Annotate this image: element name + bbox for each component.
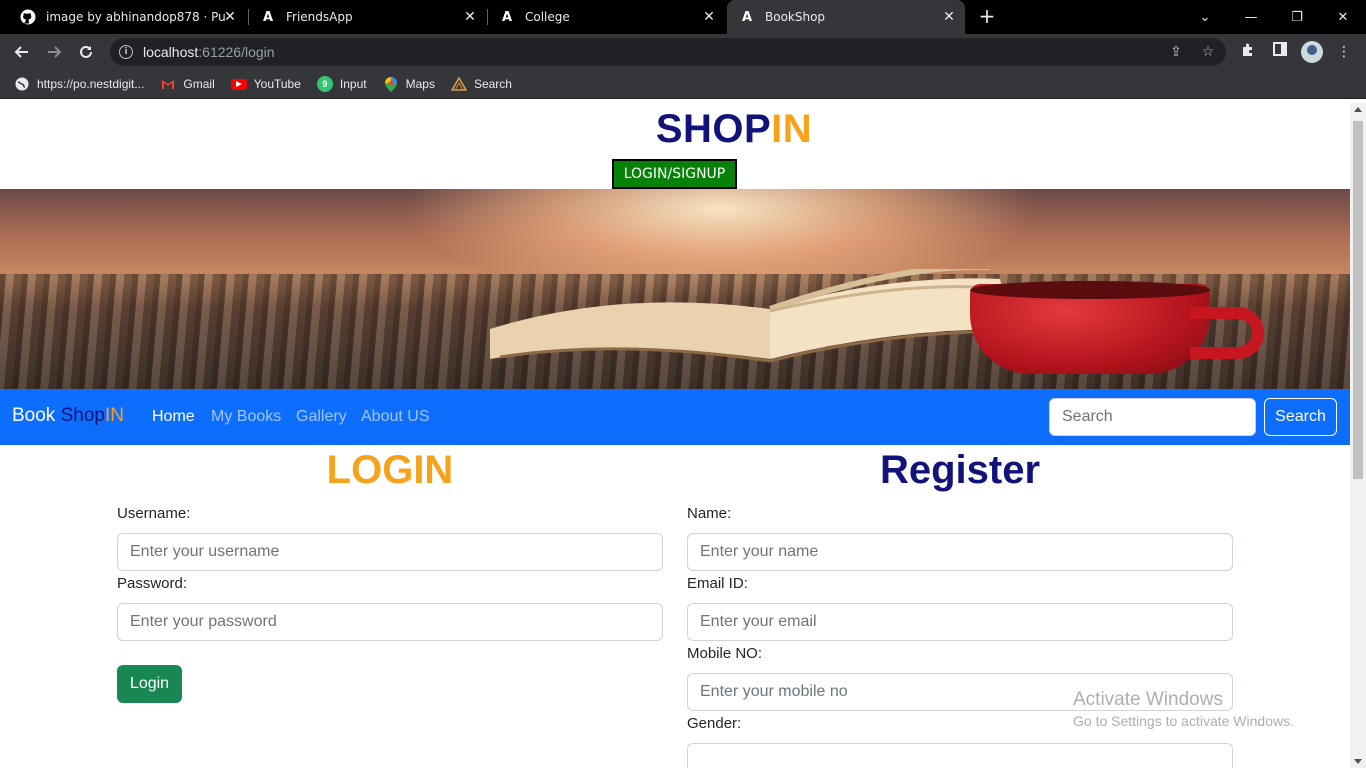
watermark-line1: Activate Windows xyxy=(1073,689,1223,710)
nav-link-home[interactable]: Home xyxy=(152,408,195,426)
gmail-icon xyxy=(160,76,176,92)
close-window-button[interactable]: ✕ xyxy=(1320,0,1366,34)
name-input[interactable] xyxy=(687,533,1233,571)
bookmark-search[interactable]: Search xyxy=(450,76,512,92)
reload-button[interactable] xyxy=(72,38,100,66)
bookmark-label: YouTube xyxy=(253,77,301,91)
name-label: Name: xyxy=(687,505,732,522)
angular-icon: A xyxy=(741,9,753,25)
globe-icon xyxy=(14,76,30,92)
cup-handle xyxy=(1190,307,1264,359)
back-button[interactable] xyxy=(8,38,36,66)
tab-strip: image by abhinandop878 · Pull R ✕ A Frie… xyxy=(0,0,1366,34)
restore-button[interactable]: ❐ xyxy=(1274,0,1320,34)
email-input[interactable] xyxy=(687,603,1233,641)
activate-windows-watermark: Activate Windows Go to Settings to activ… xyxy=(1073,689,1294,729)
password-input[interactable] xyxy=(117,603,663,641)
address-bar[interactable]: i localhost:61226/login ⇪ ☆ xyxy=(110,38,1226,66)
profile-avatar[interactable] xyxy=(1301,41,1323,63)
page-viewport: SHOPIN LOGIN/SIGNUP Book ShopIN Home My … xyxy=(0,103,1350,768)
main-navbar: Book ShopIN Home My Books Gallery About … xyxy=(0,389,1350,445)
new-tab-button[interactable]: + xyxy=(976,5,998,27)
angular-icon: A xyxy=(262,9,274,25)
tab-friendsapp[interactable]: A FriendsApp ✕ xyxy=(248,0,486,34)
scroll-down-arrow-icon[interactable] xyxy=(1354,759,1362,764)
youtube-icon xyxy=(230,78,247,90)
menu-kebab-icon[interactable]: ⋮ xyxy=(1334,42,1354,62)
scrollbar-thumb[interactable] xyxy=(1353,121,1363,479)
minimize-button[interactable]: — xyxy=(1228,0,1274,34)
bookmark-youtube[interactable]: YouTube xyxy=(230,77,301,91)
brand-part-in: IN xyxy=(771,107,813,151)
gender-label: Gender: xyxy=(687,715,742,732)
close-tab-icon[interactable]: ✕ xyxy=(222,9,238,25)
url-text: localhost:61226/login xyxy=(143,44,275,60)
navbar-brand[interactable]: Book ShopIN xyxy=(12,405,124,427)
bookmark-label: Maps xyxy=(405,77,435,91)
angular-icon: A xyxy=(501,9,513,25)
gender-input[interactable] xyxy=(687,743,1233,768)
browser-toolbar: i localhost:61226/login ⇪ ☆ ⋮ xyxy=(0,34,1366,70)
brand-part-shop: SHOP xyxy=(655,107,772,151)
bookmark-maps[interactable]: Maps xyxy=(383,76,435,92)
tab-title: FriendsApp xyxy=(286,10,353,24)
login-button[interactable]: Login xyxy=(117,665,182,703)
site-brand-title: SHOPIN xyxy=(0,107,1350,152)
mobile-label: Mobile NO: xyxy=(687,645,763,662)
close-tab-icon[interactable]: ✕ xyxy=(941,9,957,25)
share-icon[interactable]: ⇪ xyxy=(1168,44,1184,60)
hero-banner-image xyxy=(0,189,1350,389)
bookmark-input[interactable]: 9 Input xyxy=(316,76,367,92)
username-input[interactable] xyxy=(117,533,663,571)
search-icon xyxy=(450,76,467,92)
register-title: Register xyxy=(879,448,1041,492)
password-label: Password: xyxy=(117,575,188,592)
scroll-up-arrow-icon[interactable] xyxy=(1354,107,1362,112)
nav-link-about-us[interactable]: About US xyxy=(361,408,429,426)
bookmark-label: Input xyxy=(339,77,367,91)
nav-link-gallery[interactable]: Gallery xyxy=(296,408,347,426)
tab-college[interactable]: A College ✕ xyxy=(487,0,725,34)
close-tab-icon[interactable]: ✕ xyxy=(701,9,717,25)
login-title: LOGIN xyxy=(326,448,454,492)
bookmark-nestdigital[interactable]: https://po.nestdigit... xyxy=(14,76,144,92)
bookmark-label: https://po.nestdigit... xyxy=(37,77,145,91)
extensions-icon[interactable] xyxy=(1238,42,1258,62)
bookmark-star-icon[interactable]: ☆ xyxy=(1200,44,1216,60)
open-book-illustration xyxy=(490,269,1016,363)
tab-search-chevron-icon[interactable]: ⌄ xyxy=(1182,0,1228,34)
nav-link-my-books[interactable]: My Books xyxy=(211,408,281,426)
forward-button[interactable] xyxy=(40,38,68,66)
watermark-line2: Go to Settings to activate Windows. xyxy=(1073,713,1294,729)
page-scrollbar[interactable] xyxy=(1350,103,1366,768)
tab-title: BookShop xyxy=(765,10,826,24)
maps-icon xyxy=(383,76,399,92)
github-icon xyxy=(20,9,36,25)
navbar-search-button[interactable]: Search xyxy=(1264,398,1337,436)
side-panel-icon[interactable] xyxy=(1270,42,1290,62)
site-info-icon[interactable]: i xyxy=(119,45,133,59)
bookmarks-bar: https://po.nestdigit... Gmail YouTube 9 … xyxy=(0,70,1366,99)
tab-bookshop[interactable]: A BookShop ✕ xyxy=(727,0,965,34)
tab-title: image by abhinandop878 · Pull R xyxy=(46,10,226,24)
close-tab-icon[interactable]: ✕ xyxy=(462,9,478,25)
login-signup-button[interactable]: LOGIN/SIGNUP xyxy=(612,159,737,189)
tab-title: College xyxy=(525,10,570,24)
bookmark-label: Gmail xyxy=(183,77,215,91)
bookmark-label: Search xyxy=(473,77,512,91)
bookmark-gmail[interactable]: Gmail xyxy=(160,76,215,92)
input-icon: 9 xyxy=(316,76,333,92)
navbar-search-input[interactable] xyxy=(1049,398,1256,436)
email-label: Email ID: xyxy=(687,575,748,592)
cup-rim xyxy=(970,281,1210,299)
tab-github[interactable]: image by abhinandop878 · Pull R ✕ xyxy=(8,0,246,34)
username-label: Username: xyxy=(117,505,191,522)
